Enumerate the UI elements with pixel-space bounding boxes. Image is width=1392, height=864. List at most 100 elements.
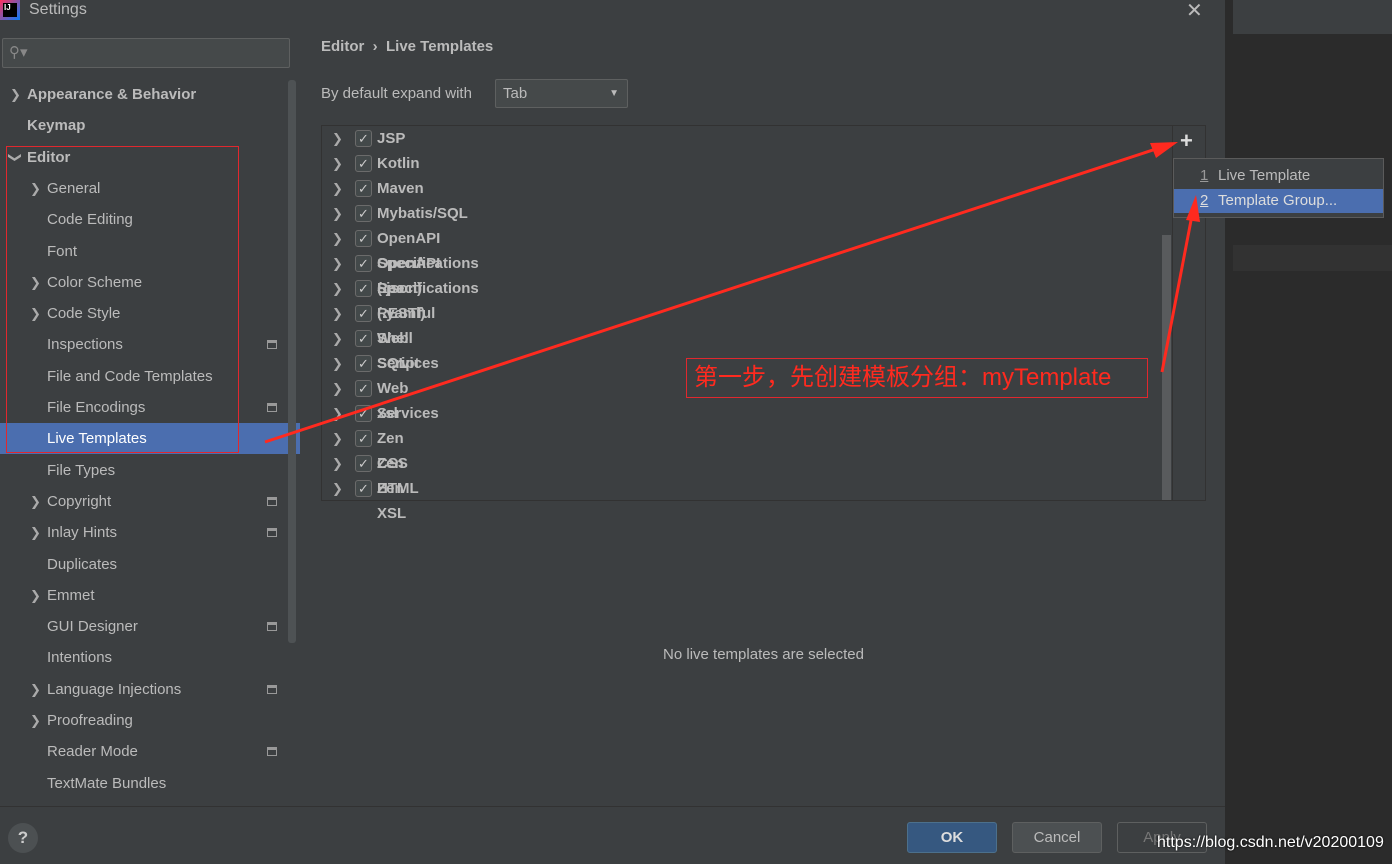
chevron-right-icon[interactable]: ❯ xyxy=(10,79,21,110)
chevron-right-icon[interactable]: ❯ xyxy=(332,451,343,476)
chevron-right-icon[interactable]: ❯ xyxy=(30,674,41,705)
sidebar-item-emmet[interactable]: ❯ Emmet xyxy=(0,580,300,611)
chevron-right-icon[interactable]: ❯ xyxy=(332,251,343,276)
group-label: React xyxy=(377,280,418,297)
project-scope-icon xyxy=(267,403,277,412)
search-icon: ⚲▾ xyxy=(9,44,28,61)
sidebar-item-intentions[interactable]: Intentions xyxy=(0,642,300,673)
chevron-right-icon[interactable]: ❯ xyxy=(30,580,41,611)
sidebar-item-label: File Types xyxy=(47,461,116,479)
group-label: Zen XSL xyxy=(377,480,407,522)
sidebar-item-appearance-behavior[interactable]: ❯ Appearance & Behavior xyxy=(0,79,300,110)
sidebar-item-gui-designer[interactable]: GUI Designer xyxy=(0,611,300,642)
expand-value: Tab xyxy=(503,85,528,102)
sidebar-item-label: Emmet xyxy=(47,586,95,604)
sidebar-item-language-injections[interactable]: ❯ Language Injections xyxy=(0,674,300,705)
chevron-right-icon[interactable]: ❯ xyxy=(30,705,41,736)
chevron-right-icon[interactable]: ❯ xyxy=(332,201,343,226)
expand-label: By default expand with xyxy=(321,85,472,102)
template-group-list: ❯ ✓ JSP ❯ ✓ Kotlin ❯ ✓ Maven ❯ ✓ Mybatis/SQL ❯ ✓ OpenA… xyxy=(321,125,1206,522)
mnemonic: 1 xyxy=(1200,167,1209,184)
title-bar: IJ Settings ✕ xyxy=(0,0,1225,26)
chevron-right-icon[interactable]: ❯ xyxy=(332,426,343,451)
sidebar-item-label: Duplicates xyxy=(47,555,118,573)
project-scope-icon xyxy=(267,528,277,538)
checkbox[interactable]: ✓ xyxy=(355,280,372,297)
checkbox[interactable]: ✓ xyxy=(355,180,372,197)
project-scope-icon xyxy=(267,496,277,506)
background-editor xyxy=(1225,0,1392,864)
sidebar-item-proofreading[interactable]: ❯ Proofreading xyxy=(0,705,300,736)
expand-select[interactable]: Tab ▼ xyxy=(495,79,628,108)
chevron-right-icon[interactable]: ❯ xyxy=(332,301,343,326)
checkbox[interactable]: ✓ xyxy=(355,380,372,397)
chevron-right-icon[interactable]: ❯ xyxy=(332,276,343,301)
sidebar-item-label: Keymap xyxy=(27,117,86,135)
checkbox[interactable]: ✓ xyxy=(355,155,372,172)
empty-message: No live templates are selected xyxy=(663,646,864,663)
project-scope-icon xyxy=(267,340,277,350)
menu-item-template-group[interactable]: 2 Template Group... xyxy=(1174,189,1383,213)
menu-label: Template Group... xyxy=(1218,192,1338,209)
chevron-right-icon[interactable]: ❯ xyxy=(332,151,343,176)
checkbox[interactable]: ✓ xyxy=(355,455,372,472)
checkbox[interactable]: ✓ xyxy=(355,130,372,147)
sidebar-item-label: Intentions xyxy=(47,649,113,667)
sidebar-item-label: Language Injections xyxy=(47,680,182,698)
window-title: Settings xyxy=(29,1,87,18)
checkbox[interactable]: ✓ xyxy=(355,430,372,447)
group-label: Kotlin xyxy=(377,155,420,172)
sidebar-item-keymap[interactable]: Keymap xyxy=(0,110,300,141)
intellij-logo-icon: IJ xyxy=(0,0,20,20)
annotation-text: 第一步，先创建模板分组：myTemplate xyxy=(686,358,1148,398)
menu-label: Live Template xyxy=(1218,167,1311,184)
cancel-button[interactable]: Cancel xyxy=(1012,822,1102,853)
chevron-right-icon[interactable]: ❯ xyxy=(332,326,343,351)
checkbox[interactable]: ✓ xyxy=(355,355,372,372)
checkbox[interactable]: ✓ xyxy=(355,305,372,322)
sidebar-scrollbar[interactable] xyxy=(288,80,296,643)
sidebar-item-inlay-hints[interactable]: ❯ Inlay Hints xyxy=(0,517,300,548)
chevron-right-icon[interactable]: ❯ xyxy=(30,517,41,548)
sidebar-item-label: Inlay Hints xyxy=(47,524,118,542)
checkbox[interactable]: ✓ xyxy=(355,405,372,422)
sidebar-item-label: Copyright xyxy=(47,492,112,510)
checkbox[interactable]: ✓ xyxy=(355,205,372,222)
checkbox[interactable]: ✓ xyxy=(355,255,372,272)
sidebar-item-textmate-bundles[interactable]: TextMate Bundles xyxy=(0,768,300,799)
menu-item-live-template[interactable]: 1 Live Template xyxy=(1174,164,1383,188)
add-icon[interactable]: + xyxy=(1180,128,1193,154)
group-label: Mybatis/SQL xyxy=(377,205,468,222)
chevron-right-icon[interactable]: ❯ xyxy=(332,176,343,201)
sidebar-item-label: TextMate Bundles xyxy=(47,774,167,792)
chevron-right-icon[interactable]: ❯ xyxy=(332,476,343,501)
chevron-right-icon[interactable]: ❯ xyxy=(332,376,343,401)
sidebar-item-copyright[interactable]: ❯ Copyright xyxy=(0,486,300,517)
sidebar-item-file-types[interactable]: File Types xyxy=(0,455,300,486)
chevron-right-icon[interactable]: ❯ xyxy=(332,226,343,251)
project-scope-icon xyxy=(267,622,277,632)
sidebar-item-reader-mode[interactable]: Reader Mode xyxy=(0,736,300,767)
sidebar-item-label: GUI Designer xyxy=(47,618,138,636)
sidebar-item-label: Reader Mode xyxy=(47,743,138,761)
chevron-right-icon[interactable]: ❯ xyxy=(332,351,343,376)
sidebar-item-duplicates[interactable]: Duplicates xyxy=(0,549,300,580)
list-scrollbar[interactable] xyxy=(1162,235,1171,500)
search-input[interactable]: ⚲▾ xyxy=(2,38,290,68)
checkbox[interactable]: ✓ xyxy=(355,230,372,247)
chevron-right-icon[interactable]: ❯ xyxy=(332,126,343,151)
checkbox[interactable]: ✓ xyxy=(355,330,372,347)
annotation-box xyxy=(6,146,239,453)
ok-button[interactable]: OK xyxy=(907,822,997,853)
chevron-right-icon[interactable]: ❯ xyxy=(30,486,41,517)
project-scope-icon xyxy=(267,684,277,694)
chevron-right-icon[interactable]: ❯ xyxy=(332,401,343,426)
add-menu-popup: 1 Live Template 2 Template Group... xyxy=(1173,158,1384,218)
mnemonic: 2 xyxy=(1200,192,1209,209)
sidebar-item-label: Proofreading xyxy=(47,712,133,729)
watermark: https://blog.csdn.net/v20200109 xyxy=(1157,834,1384,851)
checkbox[interactable]: ✓ xyxy=(355,480,372,497)
help-button[interactable]: ? xyxy=(8,823,38,853)
close-icon[interactable]: ✕ xyxy=(1186,0,1203,23)
dropdown-arrow-icon: ▼ xyxy=(609,88,619,99)
